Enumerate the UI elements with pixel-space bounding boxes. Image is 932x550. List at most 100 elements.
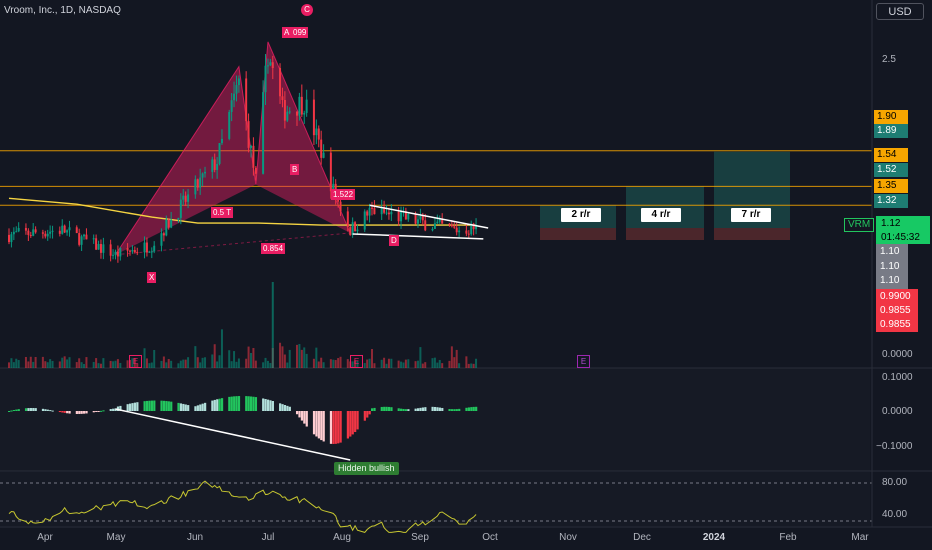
candle-body xyxy=(322,152,325,158)
macd-bar xyxy=(247,396,250,411)
macd-bar xyxy=(438,407,441,411)
candle-body xyxy=(368,207,371,216)
macd-bar xyxy=(402,408,405,411)
volume-bar xyxy=(247,346,250,368)
macd-bar xyxy=(24,408,28,411)
macd-bar xyxy=(472,406,475,411)
macd-bar xyxy=(44,409,47,411)
candle-body xyxy=(245,78,248,122)
macd-bar xyxy=(286,405,289,411)
volume-bar xyxy=(269,363,272,368)
candle-body xyxy=(78,233,81,245)
macd-bar xyxy=(424,407,427,411)
volume-bar xyxy=(329,359,332,368)
gray-price-stack: 1.10 1.10 1.10 xyxy=(876,244,908,289)
volume-bar xyxy=(235,361,238,368)
macd-bar xyxy=(83,411,86,414)
pattern-point-c: C xyxy=(301,4,313,16)
candle-body xyxy=(165,219,168,236)
candle-body xyxy=(271,62,274,69)
candle-body xyxy=(458,230,461,233)
macd-bar xyxy=(97,411,100,412)
volume-bar xyxy=(371,349,373,368)
macd-bar xyxy=(211,400,214,411)
macd-bar xyxy=(366,411,369,418)
candle-body xyxy=(230,100,233,112)
last-price-box: 1.12 01:45:32 xyxy=(876,216,930,244)
candle-body xyxy=(109,244,112,256)
macd-bar xyxy=(102,410,105,412)
volume-bar xyxy=(337,358,340,368)
macd-bar xyxy=(450,409,454,411)
candle-body xyxy=(46,233,49,237)
macd-bar xyxy=(431,406,434,411)
volume-bar xyxy=(424,362,427,368)
macd-bar xyxy=(252,396,255,411)
volume-bar xyxy=(305,353,308,368)
candle-body xyxy=(34,229,37,233)
volume-bar xyxy=(49,359,52,368)
volume-bar xyxy=(41,356,44,368)
volume-bar xyxy=(213,344,216,368)
chart-canvas[interactable] xyxy=(0,0,932,550)
volume-bar xyxy=(262,362,265,368)
macd-bar xyxy=(465,407,468,411)
candle-body xyxy=(150,251,153,253)
volume-bar xyxy=(433,357,436,368)
macd-bar xyxy=(332,411,335,444)
macd-bar xyxy=(46,409,49,411)
macd-bar xyxy=(145,400,149,411)
candle-body xyxy=(288,111,291,113)
macd-bar xyxy=(334,411,337,444)
macd-bar xyxy=(126,404,129,411)
macd-pane xyxy=(0,368,870,471)
candle-body xyxy=(63,225,66,233)
volume-bar xyxy=(85,357,88,368)
earnings-marker-2[interactable]: E xyxy=(350,355,363,368)
candle-body xyxy=(235,85,238,94)
earnings-marker-3[interactable]: E xyxy=(577,355,590,368)
volume-bar xyxy=(187,357,190,368)
volume-bar xyxy=(102,358,105,368)
currency-selector[interactable]: USD xyxy=(876,3,924,20)
candle-body xyxy=(254,167,257,174)
candle-body xyxy=(363,211,366,230)
candle-body xyxy=(213,159,216,170)
candle-body xyxy=(167,219,170,228)
volume-bar xyxy=(431,358,434,368)
chart-title: Vroom, Inc., 1D, NASDAQ xyxy=(4,5,121,16)
volume-bar xyxy=(150,362,153,368)
macd-bar xyxy=(245,396,248,411)
volume-bar xyxy=(286,362,289,368)
candle-body xyxy=(216,163,219,170)
volume-bar xyxy=(114,360,117,368)
macd-bar xyxy=(136,402,139,411)
candle-body xyxy=(75,227,78,234)
macd-bar xyxy=(298,411,301,418)
earnings-marker-1[interactable]: E xyxy=(129,355,142,368)
macd-bar xyxy=(305,411,308,427)
volume-bar xyxy=(332,359,335,368)
macd-bar xyxy=(436,407,439,411)
macd-tick-zero: 0.0000 xyxy=(882,406,913,417)
volume-bar xyxy=(400,361,403,368)
macd-bar xyxy=(371,408,374,411)
macd-bar xyxy=(184,404,187,411)
volume-bar xyxy=(237,358,240,368)
macd-bar xyxy=(201,403,204,411)
candle-body xyxy=(400,211,403,222)
volume-bar xyxy=(295,344,298,368)
candle-body xyxy=(211,159,214,172)
x-tick-dec: Dec xyxy=(633,532,651,543)
macd-bar xyxy=(213,399,216,411)
macd-bar xyxy=(17,409,20,411)
macd-bar xyxy=(61,411,64,413)
volume-bar xyxy=(109,360,112,368)
macd-bar xyxy=(404,409,408,411)
macd-bar xyxy=(363,411,366,421)
macd-bar xyxy=(475,406,478,411)
macd-bar xyxy=(78,411,81,414)
volume-bar xyxy=(24,356,27,368)
volume-axis-zero: 0.0000 xyxy=(882,349,913,360)
price-label-0-9855-a: 0.9855 xyxy=(880,305,911,316)
